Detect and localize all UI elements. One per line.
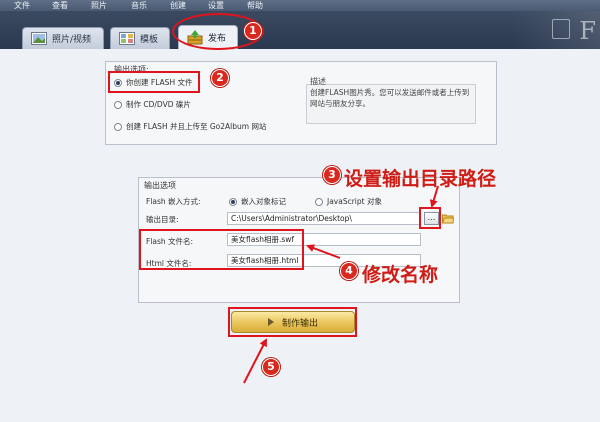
step-badge-4: 4 (340, 262, 358, 280)
step4-note: 修改名称 (362, 264, 439, 286)
step3-note: 设置输出目录路径 (344, 168, 497, 190)
step-badge-1: 1 (244, 22, 262, 40)
step-badge-5: 5 (262, 358, 280, 376)
step-badge-2: 2 (211, 69, 229, 87)
step-badge-3: 3 (323, 166, 341, 184)
annotation-arrows (243, 185, 439, 384)
arrow-to-filenames (306, 244, 341, 259)
